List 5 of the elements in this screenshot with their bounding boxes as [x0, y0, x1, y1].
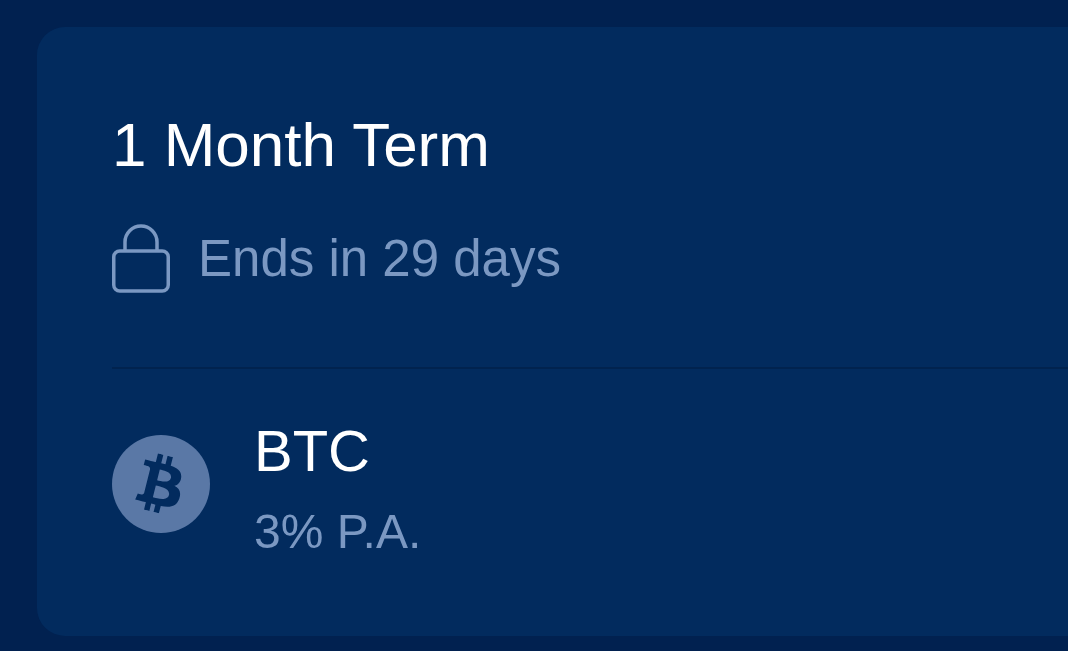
- asset-symbol: BTC: [254, 419, 370, 483]
- lock-icon: [112, 224, 170, 293]
- countdown-text: Ends in 29 days: [198, 228, 561, 289]
- term-title: 1 Month Term: [112, 109, 490, 181]
- asset-rate: 3% P.A.: [254, 504, 422, 560]
